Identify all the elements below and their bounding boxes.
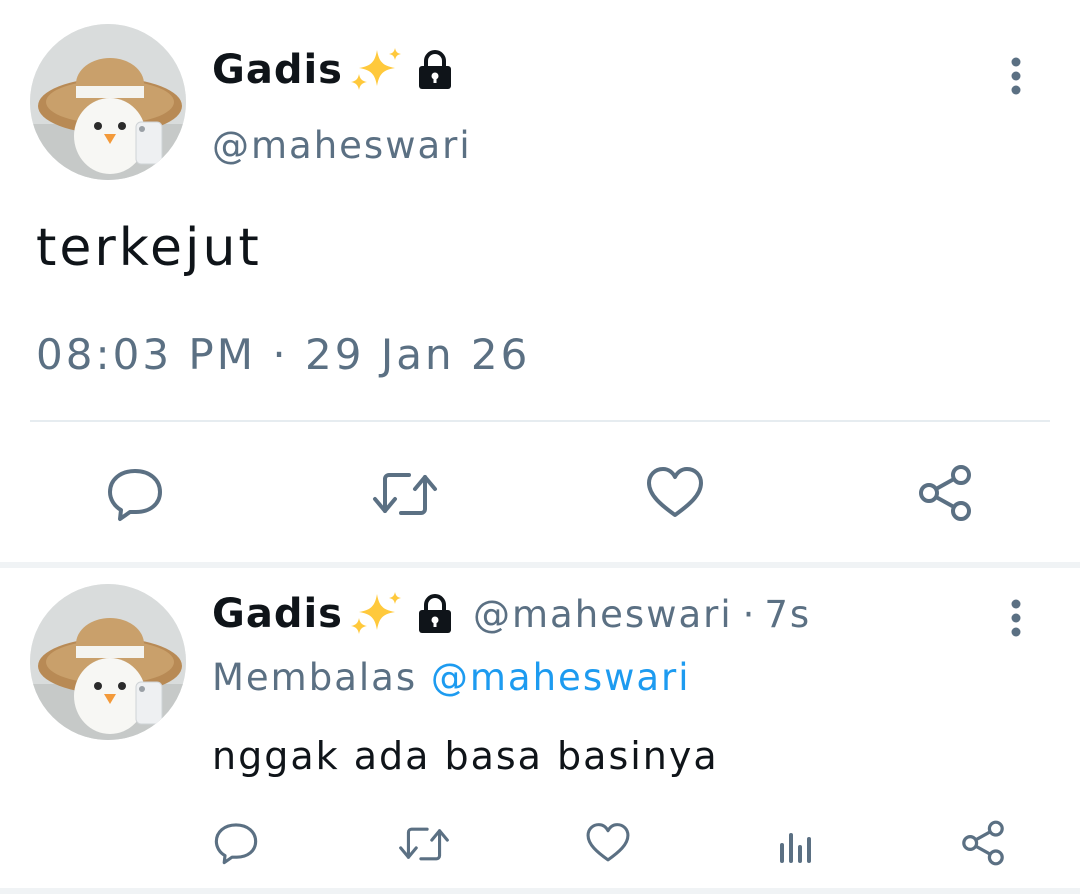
tweet-timestamp[interactable]: 08:03 PM · 29 Jan 26 [36,330,530,379]
lock-icon [415,49,455,91]
retweet-icon[interactable] [396,822,452,866]
sparkles-emoji-icon [347,590,405,638]
more-vertical-icon[interactable] [996,50,1036,102]
display-name[interactable]: Gadis [212,47,343,93]
divider [30,420,1050,422]
reply-time[interactable]: 7s [764,593,811,636]
share-icon[interactable] [958,818,1008,868]
author-name-row[interactable]: Gadis [212,46,455,94]
section-separator [0,888,1080,894]
avatar[interactable] [30,24,186,180]
replying-to-mention[interactable]: @maheswari [431,656,691,699]
retweet-icon[interactable] [370,466,440,522]
heart-icon[interactable] [644,464,706,522]
tweet-detail-page: Gadis @maheswari terkejut 08:03 PM · 29 … [0,0,1080,894]
replying-to-label: Membalas [212,656,418,699]
replying-to-line: Membalas @maheswari [212,656,691,699]
timestamp-separator: · [272,330,289,379]
tweet-text: terkejut [36,218,262,278]
more-vertical-icon[interactable] [996,592,1036,644]
reply-handle[interactable]: @maheswari [473,593,733,636]
heart-icon[interactable] [584,820,632,866]
tweet-date: 29 Jan 26 [305,330,531,379]
reply-header[interactable]: Gadis @maheswari · 7s [212,590,811,638]
reply-avatar[interactable] [30,584,186,740]
lock-icon [415,593,455,635]
reply-icon[interactable] [104,464,166,524]
reply-text: nggak ada basa basinya [212,734,719,778]
sparkles-emoji-icon [347,46,405,94]
analytics-icon[interactable] [774,822,818,866]
section-separator [0,562,1080,568]
reply-icon[interactable] [212,820,260,866]
reply-separator: · [742,592,755,636]
share-icon[interactable] [914,462,976,524]
reply-display-name[interactable]: Gadis [212,591,343,637]
author-handle[interactable]: @maheswari [212,124,472,167]
tweet-time: 08:03 PM [36,330,256,379]
